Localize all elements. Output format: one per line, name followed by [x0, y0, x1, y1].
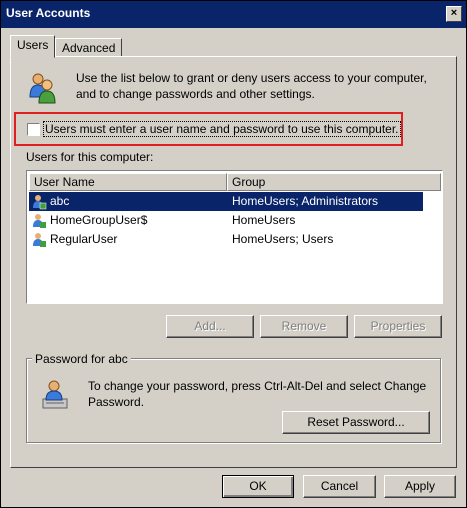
- properties-button[interactable]: Properties: [354, 315, 442, 338]
- reset-password-button[interactable]: Reset Password...: [282, 411, 430, 434]
- tab-users-label: Users: [17, 38, 49, 52]
- users-icon: [29, 73, 56, 104]
- intro-text: Use the list below to grant or deny user…: [76, 71, 427, 101]
- ok-button[interactable]: OK: [222, 475, 294, 498]
- password-instructions: To change your password, press Ctrl-Alt-…: [88, 379, 427, 409]
- close-button[interactable]: ×: [446, 6, 462, 22]
- users-listview[interactable]: User Name Group abc HomeUsers; Administr…: [26, 170, 443, 304]
- user-name-cell: RegularUser: [50, 232, 118, 246]
- user-name-cell: HomeGroupUser$: [50, 213, 148, 227]
- title-bar[interactable]: User Accounts ×: [1, 1, 466, 28]
- password-group-title: Password for abc: [32, 352, 131, 366]
- remove-button[interactable]: Remove: [260, 315, 348, 338]
- require-login-label[interactable]: Users must enter a user name and passwor…: [43, 121, 401, 137]
- user-icon: [33, 214, 46, 228]
- tab-users[interactable]: Users: [10, 35, 56, 58]
- tab-advanced[interactable]: Advanced: [55, 38, 123, 58]
- group-cell: HomeUsers; Administrators: [232, 194, 379, 208]
- user-accounts-window: User Accounts × Users Advanced Use the l…: [0, 0, 467, 508]
- table-row[interactable]: abc HomeUsers; Administrators: [29, 192, 423, 211]
- users-list-caption: Users for this computer:: [26, 150, 154, 164]
- table-row[interactable]: HomeGroupUser$ HomeUsers: [29, 211, 423, 230]
- apply-button[interactable]: Apply: [384, 475, 456, 498]
- user-name-cell: abc: [50, 194, 70, 208]
- window-title: User Accounts: [6, 6, 91, 20]
- column-header-group[interactable]: Group: [227, 173, 441, 191]
- close-icon: ×: [450, 7, 458, 19]
- column-header-user-name[interactable]: User Name: [29, 173, 227, 191]
- add-button[interactable]: Add...: [166, 315, 254, 338]
- table-row[interactable]: RegularUser HomeUsers; Users: [29, 230, 423, 249]
- group-cell: HomeUsers: [232, 213, 296, 227]
- group-cell: HomeUsers; Users: [232, 232, 334, 246]
- user-icon: [33, 195, 47, 210]
- keyboard-user-icon: [42, 380, 68, 409]
- tab-advanced-label: Advanced: [62, 41, 116, 55]
- cancel-button[interactable]: Cancel: [303, 475, 376, 498]
- require-login-checkbox[interactable]: [27, 123, 40, 136]
- user-icon: [33, 233, 46, 247]
